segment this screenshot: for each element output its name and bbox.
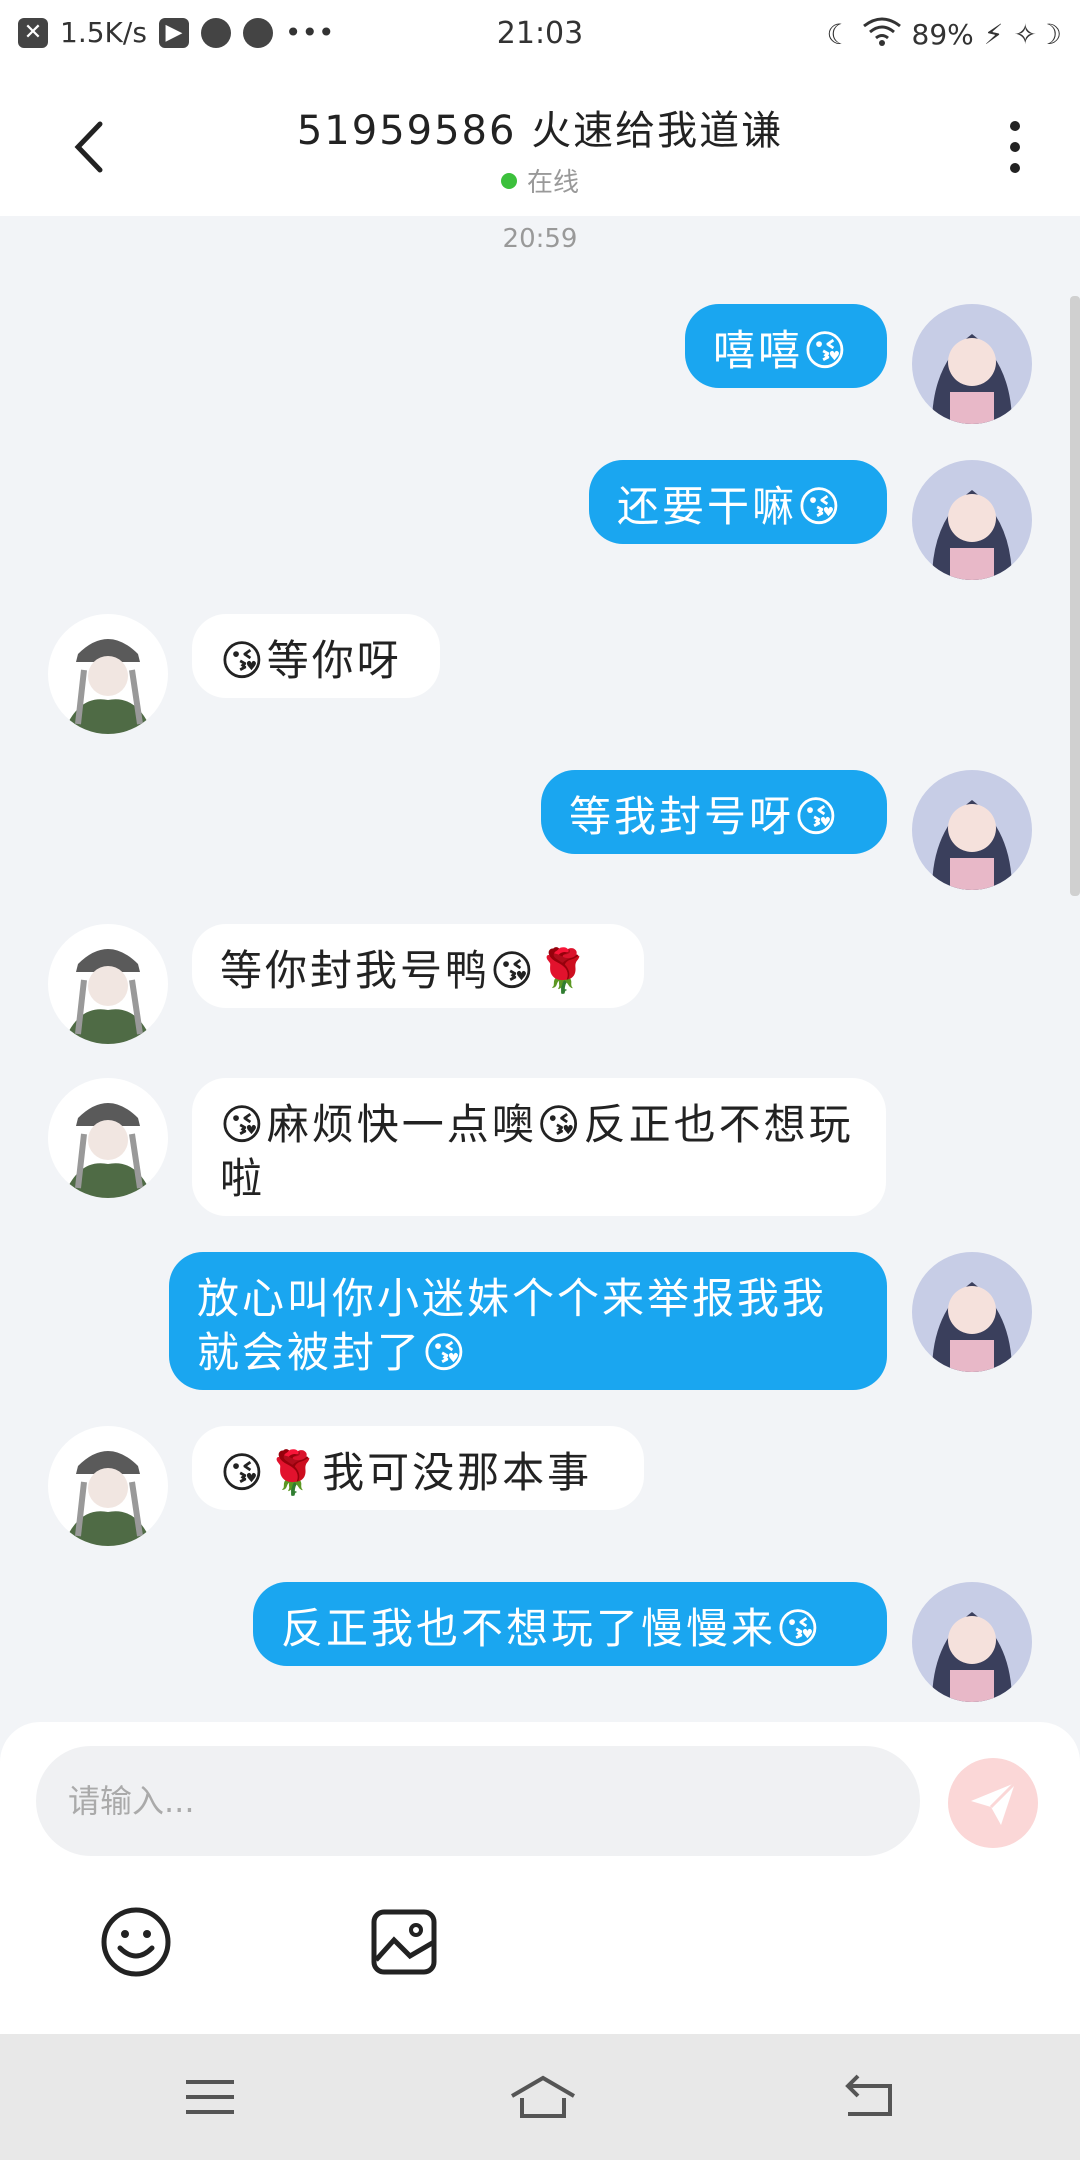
home-nav-button[interactable]	[508, 2072, 576, 2122]
my-avatar[interactable]	[912, 1252, 1032, 1372]
message-bubble[interactable]: 等你封我号鸭😘🌹	[192, 924, 644, 1008]
my-avatar[interactable]	[912, 770, 1032, 890]
wifi-icon	[862, 16, 902, 53]
chat-scrollbar[interactable]	[1070, 296, 1080, 896]
chat-header: 51959586 火速给我道谦 在线	[0, 72, 1080, 216]
send-icon	[971, 1781, 1017, 1825]
my-avatar[interactable]	[912, 304, 1032, 424]
menu-nav-button[interactable]	[180, 2072, 240, 2122]
my-avatar[interactable]	[912, 1582, 1032, 1702]
smiley-icon	[101, 1907, 171, 1977]
status-right: ☾ 89% ⚡ ✧☽	[826, 16, 1062, 53]
menu-icon	[186, 2080, 234, 2114]
return-icon	[845, 2074, 892, 2116]
more-options-button[interactable]	[990, 112, 1040, 182]
home-icon	[510, 2075, 576, 2118]
image-button[interactable]	[364, 1902, 444, 1982]
online-status-label: 在线	[526, 168, 579, 198]
battery-level: 89%	[911, 18, 974, 51]
message-input[interactable]	[36, 1746, 920, 1856]
message-bubble[interactable]: 还要干嘛😘	[589, 460, 887, 544]
message-bubble[interactable]: 嘻嘻😘	[685, 304, 887, 388]
message-timestamp: 20:59	[502, 224, 578, 254]
title-block: 51959586 火速给我道谦 在线	[160, 98, 920, 199]
contact-avatar[interactable]	[48, 614, 168, 734]
status-bar: ✕ 1.5K/s ▶ ••• 21:03 ☾ 89% ⚡ ✧☽	[0, 0, 1080, 72]
emoji-button[interactable]	[96, 1902, 176, 1982]
back-nav-button[interactable]	[838, 2072, 898, 2122]
my-avatar[interactable]	[912, 460, 1032, 580]
composer	[0, 1722, 1080, 2034]
send-button[interactable]	[948, 1758, 1038, 1848]
message-bubble[interactable]: 😘等你呀	[192, 614, 440, 698]
message-bubble[interactable]: 放心叫你小迷妹个个来举报我我就会被封了😘	[169, 1252, 887, 1390]
contact-avatar[interactable]	[48, 924, 168, 1044]
online-status: 在线	[160, 162, 920, 199]
chevron-left-icon	[74, 121, 103, 173]
contact-avatar[interactable]	[48, 1078, 168, 1198]
contact-avatar[interactable]	[48, 1426, 168, 1546]
chat-title: 51959586 火速给我道谦	[296, 108, 784, 154]
message-bubble[interactable]: 等我封号呀😘	[541, 770, 887, 854]
system-nav-bar	[0, 2034, 1080, 2160]
image-icon	[371, 1909, 437, 1975]
chat-messages[interactable]: 20:59 嘻嘻😘 还要干嘛😘 😘等你呀 等我封号呀😘 等你封我号鸭😘🌹 😘麻烦…	[0, 216, 1080, 1722]
message-bubble[interactable]: 反正我也不想玩了慢慢来😘	[253, 1582, 887, 1666]
charging-icon: ⚡	[983, 18, 1004, 51]
more-vertical-icon	[1010, 121, 1020, 173]
moon-icon: ☾	[826, 18, 852, 51]
online-dot-icon	[500, 172, 517, 189]
message-bubble[interactable]: 😘麻烦快一点噢😘反正也不想玩啦	[192, 1078, 886, 1216]
sparkle-icon: ✧☽	[1013, 18, 1062, 51]
back-button[interactable]	[60, 112, 130, 182]
message-bubble[interactable]: 😘🌹我可没那本事	[192, 1426, 644, 1510]
